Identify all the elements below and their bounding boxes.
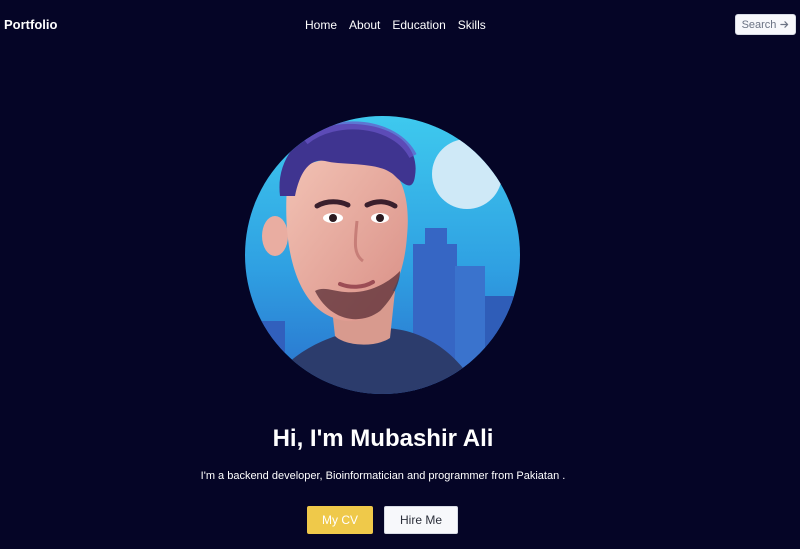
search-label: Search xyxy=(741,18,777,31)
brand-logo[interactable]: Portfolio xyxy=(4,17,57,32)
top-navbar: Portfolio Home About Education Skills Se… xyxy=(0,0,800,50)
nav-link-skills[interactable]: Skills xyxy=(458,18,486,32)
avatar-illustration xyxy=(245,116,520,394)
search-button[interactable]: Search xyxy=(735,14,796,35)
nav-menu: Home About Education Skills xyxy=(305,18,498,32)
arrow-right-icon xyxy=(780,21,789,28)
my-cv-button[interactable]: My CV xyxy=(307,506,373,534)
hero-headline: Hi, I'm Mubashir Ali xyxy=(272,425,494,452)
portfolio-page: Portfolio Home About Education Skills Se… xyxy=(0,0,800,549)
nav-link-education[interactable]: Education xyxy=(392,18,445,32)
profile-avatar xyxy=(245,116,520,394)
hire-me-button[interactable]: Hire Me xyxy=(384,506,458,534)
nav-link-about[interactable]: About xyxy=(349,18,380,32)
hero-tagline: I'm a backend developer, Bioinformaticia… xyxy=(200,470,566,482)
nav-link-home[interactable]: Home xyxy=(305,18,337,32)
